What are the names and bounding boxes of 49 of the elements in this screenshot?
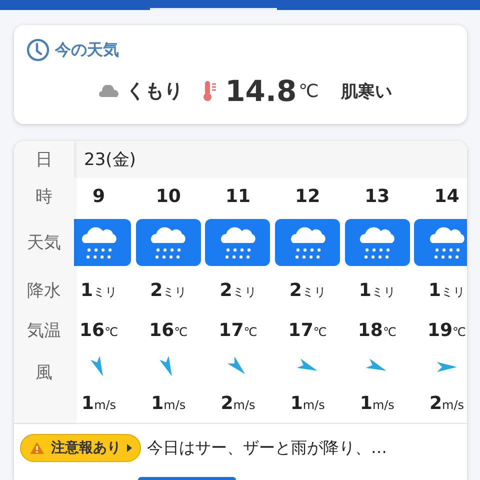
row-label: 日 [36, 149, 52, 171]
caret-icon [127, 444, 132, 452]
section-title: 今の天気 [55, 40, 119, 60]
advisory-badge[interactable]: 注意報あり [20, 434, 141, 462]
hour-text: 12 [295, 186, 320, 207]
wind-speed-value: 1m/s [360, 393, 394, 414]
hour-text: 9 [92, 186, 106, 207]
precipitation-value: 1 ミリ [80, 280, 118, 300]
row-label: 天気 [27, 232, 61, 254]
row-label: 降水 [27, 280, 61, 302]
precipitation-value: 1 ミリ [358, 280, 396, 300]
row-label: 気温 [27, 320, 61, 342]
hour-text: 13 [364, 186, 390, 207]
wind-speed-value: 1m/s [151, 393, 186, 414]
temperature-value: 14.8 [225, 74, 297, 108]
cloud-icon [99, 85, 120, 97]
temperature-value: 16℃ [80, 320, 118, 340]
warning-icon [29, 441, 45, 455]
thermometer-icon [203, 80, 218, 102]
rain-cloud-icon [275, 219, 340, 266]
wind-speed-value: 1m/s [290, 393, 325, 414]
wind-speed-value: 1m/s [82, 393, 116, 414]
feeling-text: 肌寒い [340, 80, 392, 102]
hour-text: 14 [434, 186, 460, 207]
row-label: 風 [36, 362, 52, 384]
precipitation-value: 1 ミリ [428, 280, 466, 300]
temperature-value: 16℃ [149, 320, 188, 340]
temperature-value: 17℃ [288, 320, 327, 340]
rain-cloud-icon [205, 219, 270, 266]
wind-arrow-icon [436, 361, 458, 373]
row-label: 時 [36, 186, 52, 208]
temperature-unit: ℃ [298, 80, 319, 102]
clock-icon [26, 38, 50, 62]
condition-text: くもり [126, 79, 184, 104]
precipitation-value: 2 ミリ [150, 280, 187, 300]
wind-speed-value: 2m/s [220, 393, 256, 414]
date-text: 23(金) [84, 149, 136, 171]
temperature-value: 17℃ [218, 320, 258, 340]
rain-cloud-icon [344, 219, 410, 266]
rain-cloud-icon [136, 219, 201, 266]
hour-text: 11 [225, 186, 251, 207]
wind-speed-value: 2 m/s [430, 393, 464, 414]
badge-label: 注意報あり [51, 439, 121, 457]
precipitation-value: 2 ミリ [220, 280, 256, 300]
temperature-value: 19℃ [427, 320, 466, 340]
temperature-value: 18℃ [358, 320, 396, 340]
precipitation-value: 2 ミリ [289, 280, 326, 300]
advisory-text: 今日はサー、ザーと雨が降り、… [147, 438, 387, 458]
hour-text: 10 [156, 186, 181, 207]
